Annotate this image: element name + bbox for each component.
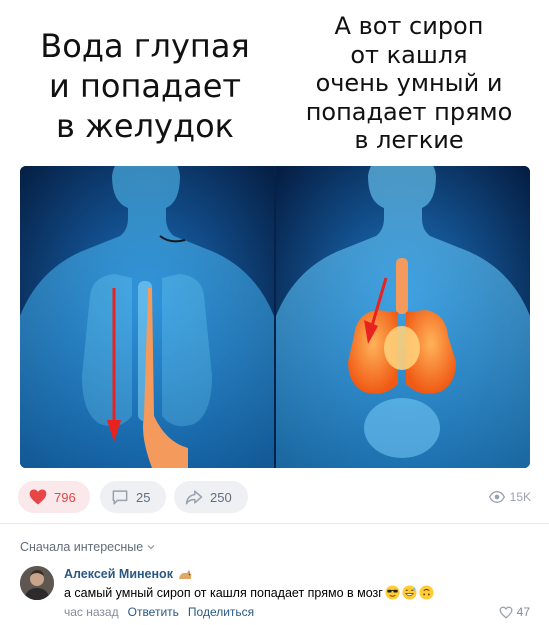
- meme-caption-left: Вода глупая и попадает в желудок: [20, 26, 270, 146]
- comment-like-button[interactable]: 47: [499, 605, 530, 619]
- caption-line: Вода глупая: [40, 27, 250, 65]
- upside-down-face-icon: [419, 585, 434, 600]
- shares-count: 250: [210, 489, 232, 505]
- reply-link[interactable]: Ответить: [128, 605, 179, 619]
- caption-line: А вот сироп: [334, 12, 484, 40]
- comment-meta: час назад Ответить Поделиться: [64, 605, 254, 619]
- meme-image[interactable]: [20, 166, 530, 468]
- comment-text: а самый умный сироп от кашля попадает пр…: [64, 585, 434, 600]
- meme-caption-right: А вот сироп от кашля очень умный и попад…: [284, 12, 534, 155]
- share-comment-link[interactable]: Поделиться: [188, 605, 254, 619]
- eye-icon: [488, 489, 505, 505]
- views-count: 15K: [509, 490, 531, 504]
- share-button[interactable]: 250: [174, 481, 248, 513]
- comments-count: 25: [136, 489, 151, 505]
- comments-sort-dropdown[interactable]: Сначала интересные: [20, 540, 156, 554]
- caption-line: в желудок: [56, 107, 234, 145]
- views-counter: 15K: [488, 481, 531, 513]
- comment-body: а самый умный сироп от кашля попадает пр…: [64, 585, 383, 600]
- heart-outline-icon: [499, 606, 513, 619]
- heart-filled-icon: [28, 487, 48, 507]
- caption-line: и попадает: [48, 67, 242, 105]
- post-actions-bar: 796 25 250 15K: [18, 481, 531, 513]
- smiling-face-with-sunglasses-icon: [385, 585, 400, 600]
- comment-author[interactable]: Алексей Миненок: [64, 567, 193, 581]
- comment-button[interactable]: 25: [100, 481, 166, 513]
- comment-bubble-icon: [110, 487, 130, 507]
- share-arrow-icon: [184, 487, 204, 507]
- comment-time: час назад: [64, 605, 119, 619]
- caption-line: в легкие: [354, 126, 464, 154]
- avatar[interactable]: [20, 566, 54, 600]
- comment-author-name: Алексей Миненок: [64, 567, 173, 581]
- caption-line: очень умный и: [315, 69, 503, 97]
- cat-icon: [177, 567, 193, 581]
- likes-count: 796: [54, 489, 76, 505]
- grinning-face-with-sweat-icon: [402, 585, 417, 600]
- chevron-down-icon: [146, 542, 156, 552]
- divider: [0, 523, 549, 524]
- right-anatomy-figure: [276, 166, 530, 468]
- caption-line: попадает прямо: [305, 97, 513, 126]
- left-anatomy-figure: [20, 166, 274, 468]
- comment-likes-count: 47: [516, 605, 530, 619]
- sort-label: Сначала интересные: [20, 540, 144, 554]
- caption-line: от кашля: [350, 40, 468, 69]
- like-button[interactable]: 796: [18, 481, 90, 513]
